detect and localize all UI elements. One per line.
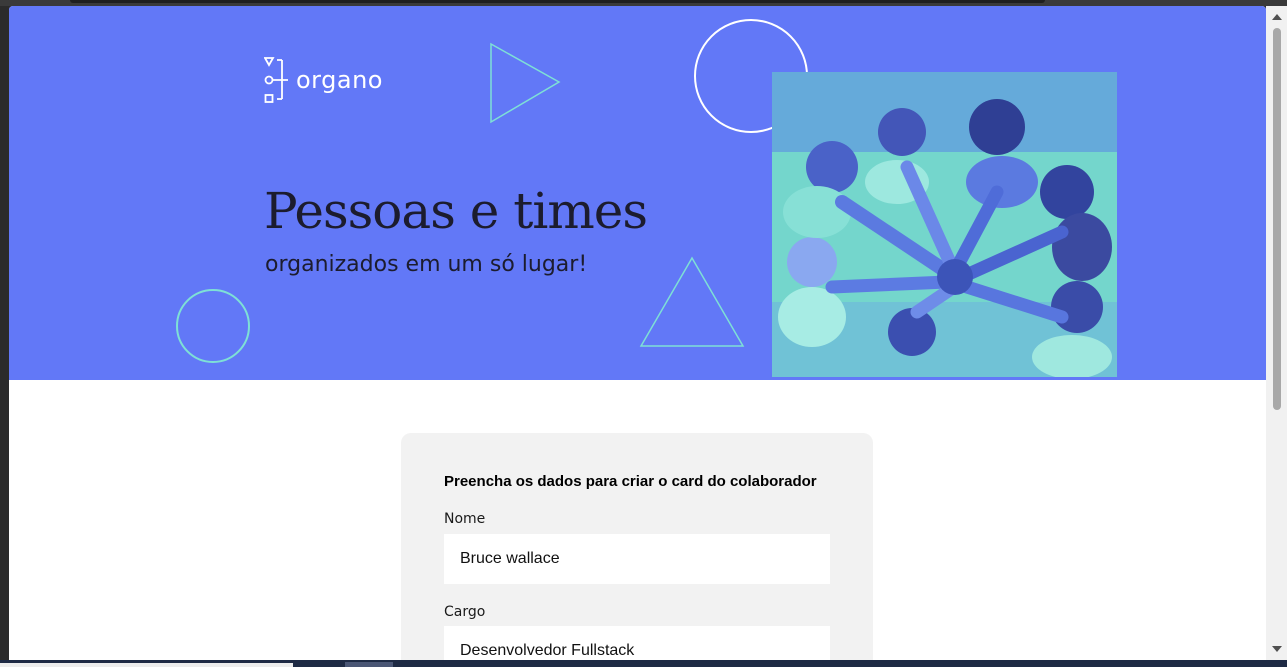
scrollbar-thumb[interactable] bbox=[1273, 28, 1281, 410]
logo-text: organo bbox=[296, 66, 383, 94]
cargo-input[interactable] bbox=[444, 626, 830, 660]
organo-logo-icon bbox=[264, 57, 288, 103]
cargo-label: Cargo bbox=[444, 604, 486, 620]
circle-outline-small-shape bbox=[176, 289, 250, 363]
vertical-scrollbar[interactable] bbox=[1266, 6, 1287, 660]
team-hands-photo bbox=[772, 72, 1117, 377]
taskbar-app-button[interactable] bbox=[345, 662, 393, 667]
os-taskbar bbox=[0, 660, 1287, 667]
browser-top-bar bbox=[70, 0, 1045, 3]
organo-logo[interactable]: organo bbox=[264, 55, 383, 105]
hero-banner: organo Pessoas e times organizados em um… bbox=[9, 6, 1266, 380]
triangle-up-shape bbox=[639, 256, 745, 347]
collaborator-form-card: Preencha os dados para criar o card do c… bbox=[401, 433, 873, 660]
nome-label: Nome bbox=[444, 511, 486, 527]
taskbar-search-area[interactable] bbox=[0, 663, 293, 667]
triangle-right-shape bbox=[490, 42, 561, 124]
scroll-down-arrow-icon[interactable] bbox=[1272, 646, 1282, 652]
hero-subtitle: organizados em um só lugar! bbox=[265, 252, 588, 277]
page-viewport: organo Pessoas e times organizados em um… bbox=[9, 6, 1266, 660]
form-title: Preencha os dados para criar o card do c… bbox=[444, 473, 817, 490]
scroll-up-arrow-icon[interactable] bbox=[1272, 14, 1282, 20]
nome-input[interactable] bbox=[444, 534, 830, 584]
hero-title: Pessoas e times bbox=[264, 182, 648, 240]
